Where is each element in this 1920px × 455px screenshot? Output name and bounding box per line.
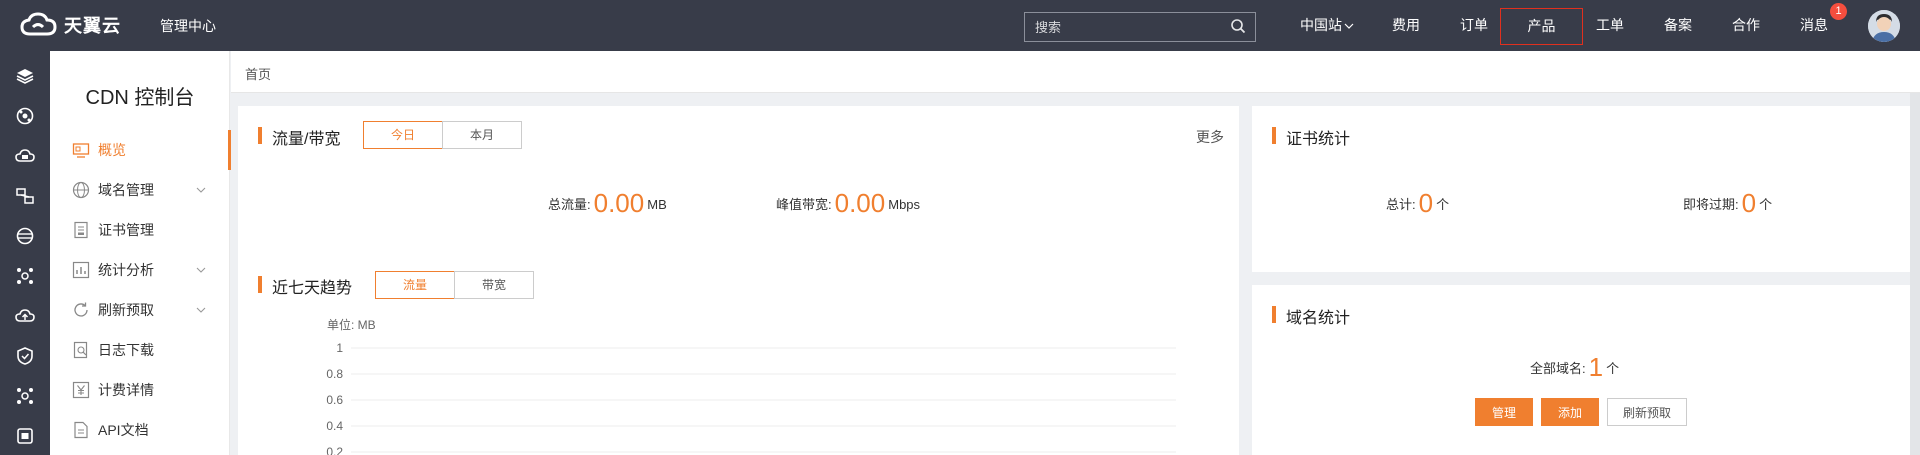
sidebar-item-billing-details[interactable]: 计费详情 (50, 370, 230, 410)
cert-expiring-label: 即将过期: (1683, 197, 1739, 212)
tab-today[interactable]: 今日 (363, 121, 443, 149)
search-input[interactable] (1024, 12, 1256, 42)
trend-title: 近七天趋势 (258, 274, 352, 298)
more-link[interactable]: 更多 (1196, 127, 1224, 147)
avatar[interactable] (1868, 10, 1900, 42)
tab-traffic[interactable]: 流量 (375, 271, 455, 299)
breadcrumb: 首页 (231, 51, 1920, 93)
refresh-icon (74, 302, 88, 317)
brand-logo[interactable]: 天翼云 (20, 12, 121, 38)
yen-icon (72, 381, 90, 399)
cloud-logo-icon (20, 12, 57, 36)
domain-total-value: 1 (1588, 352, 1604, 382)
nav-cooperation[interactable]: 合作 (1728, 0, 1764, 51)
chevron-down-icon (1344, 23, 1354, 29)
cert-expiring-unit: 个 (1759, 197, 1773, 212)
nav-orders[interactable]: 订单 (1456, 0, 1492, 51)
cert-expiring-value: 0 (1741, 188, 1757, 218)
breadcrumb-home[interactable]: 首页 (245, 64, 271, 83)
total-traffic-unit: MB (647, 197, 667, 212)
network-hub-icon[interactable] (15, 106, 35, 126)
cloud-icon[interactable] (15, 146, 35, 166)
chart-y-tick-label: 0.4 (326, 419, 343, 433)
sidebar-item-log-download[interactable]: 日志下载 (50, 330, 230, 370)
refresh-prefetch-button[interactable]: 刷新预取 (1607, 398, 1687, 426)
trend-chart: 单位: MB 1 0.8 0.6 0.4 0.2 (326, 317, 1176, 455)
chevron-down-icon (196, 187, 206, 193)
peak-bandwidth-unit: Mbps (888, 197, 921, 212)
nav-products[interactable]: 产品 (1500, 8, 1583, 45)
panel-gutter (1239, 93, 1251, 455)
search-icon[interactable] (1230, 18, 1246, 34)
domain-stats-title: 域名统计 (1272, 304, 1350, 328)
cert-total-stat: 总计: 0 个 (1386, 188, 1449, 219)
trend-metric-tabs: 流量 带宽 (375, 271, 534, 299)
sidebar-item-api-docs[interactable]: API文档 (50, 410, 230, 450)
domain-total-label: 全部域名: (1530, 361, 1586, 376)
domain-total-stat: 全部域名: 1 个 (1530, 352, 1619, 383)
nav-messages[interactable]: 消息 (1796, 0, 1832, 51)
cert-total-unit: 个 (1436, 197, 1450, 212)
management-center-link[interactable]: 管理中心 (160, 16, 216, 36)
cert-total-label: 总计: (1386, 197, 1416, 212)
message-badge: 1 (1830, 3, 1847, 20)
peak-bandwidth-value: 0.00 (834, 188, 886, 218)
monitor-icon[interactable] (15, 426, 35, 446)
traffic-period-tabs: 今日 本月 (363, 121, 522, 149)
sidebar-item-analytics[interactable]: 统计分析 (50, 250, 230, 290)
sidebar-item-domains[interactable]: 域名管理 (50, 170, 230, 210)
chart-y-tick-label: 1 (336, 341, 343, 355)
brand-name: 天翼云 (64, 16, 121, 36)
sidebar-item-overview[interactable]: 概览 (50, 130, 231, 170)
chart-y-tick-label: 0.8 (326, 367, 343, 381)
cdn-sidebar-menu: CDN 控制台 概览 域名管理 证书管理 统计分析 刷新预取 日志下载 计费详情… (50, 51, 231, 455)
chart-y-tick-label: 0.6 (326, 393, 343, 407)
chevron-down-icon (196, 267, 206, 273)
certificate-icon (74, 221, 88, 239)
layers-icon[interactable] (15, 66, 35, 86)
peak-bandwidth-stat: 峰值带宽: 0.00 Mbps (776, 188, 920, 219)
top-bar: 天翼云 管理中心 中国站 费用 订单 产品 工单 备案 合作 消息 1 (0, 0, 1920, 51)
console-title: CDN 控制台 (85, 87, 195, 109)
document-icon (74, 421, 88, 439)
chevron-down-icon (196, 307, 206, 313)
nav-china-site[interactable]: 中国站 (1295, 0, 1359, 51)
nav-filing[interactable]: 备案 (1660, 0, 1696, 51)
traffic-title: 流量/带宽 (258, 125, 340, 149)
product-icon-rail (0, 51, 50, 455)
domain-total-unit: 个 (1606, 361, 1620, 376)
bar-chart-icon (72, 261, 90, 279)
total-traffic-label: 总流量: (548, 197, 591, 212)
peak-bandwidth-label: 峰值带宽: (776, 197, 832, 212)
add-domain-button[interactable]: 添加 (1541, 398, 1599, 426)
tab-this-month[interactable]: 本月 (442, 121, 522, 149)
certificate-stats-panel: 证书统计 总计: 0 个 即将过期: 0 个 (1252, 106, 1910, 272)
cert-expiring-stat: 即将过期: 0 个 (1683, 188, 1772, 219)
cert-total-value: 0 (1418, 188, 1434, 218)
dashboard-icon (72, 143, 90, 158)
cluster-icon[interactable] (15, 386, 35, 406)
nav-tickets[interactable]: 工单 (1592, 0, 1628, 51)
database-icon[interactable] (15, 186, 35, 206)
total-traffic-value: 0.00 (593, 188, 645, 218)
tab-bandwidth[interactable]: 带宽 (454, 271, 534, 299)
sidebar-item-certificates[interactable]: 证书管理 (50, 210, 230, 250)
domain-stats-panel: 域名统计 全部域名: 1 个 管理 添加 刷新预取 (1252, 285, 1910, 455)
log-file-icon (73, 341, 88, 359)
globe-icon (72, 181, 90, 199)
certificate-stats-title: 证书统计 (1272, 125, 1350, 149)
distributed-network-icon[interactable] (15, 266, 35, 286)
shield-icon[interactable] (15, 346, 35, 366)
sidebar-item-refresh-prefetch[interactable]: 刷新预取 (50, 290, 230, 330)
chart-unit-label: 单位: MB (327, 317, 376, 332)
user-avatar-icon (1868, 10, 1900, 42)
scrollbar-track[interactable] (1910, 93, 1920, 455)
manage-button[interactable]: 管理 (1475, 398, 1533, 426)
cloud-upload-icon[interactable] (15, 306, 35, 326)
server-icon[interactable] (15, 226, 35, 246)
chart-y-tick-label: 0.2 (326, 445, 343, 455)
nav-billing[interactable]: 费用 (1388, 0, 1424, 51)
total-traffic-stat: 总流量: 0.00 MB (548, 188, 667, 219)
